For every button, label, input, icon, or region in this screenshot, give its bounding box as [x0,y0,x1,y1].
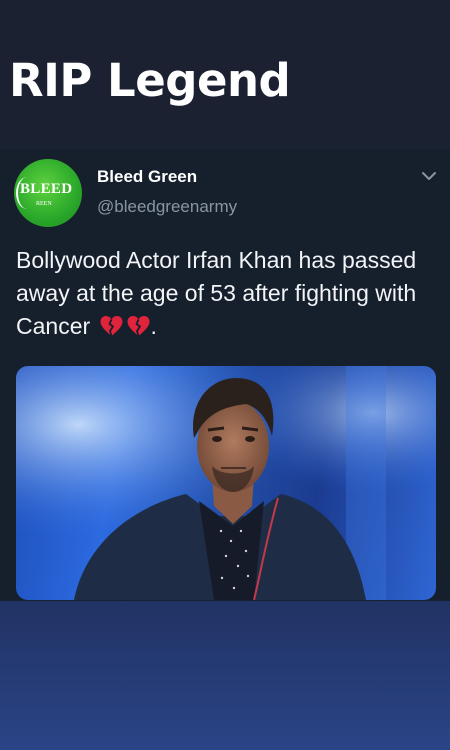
tweet-suffix: . [150,313,157,339]
author-handle[interactable]: @bleedgreenarmy [97,197,237,217]
avatar[interactable]: BLEED REEN [14,159,82,227]
chevron-down-icon[interactable] [421,169,437,183]
tweet-photo[interactable] [16,366,436,600]
headline-title: RIP Legend [9,54,291,107]
avatar-logo-subtext: REEN [36,201,52,207]
tweet-card[interactable]: BLEED REEN Bleed Green @bleedgreenarmy B… [0,149,450,601]
author-name[interactable]: Bleed Green [97,167,197,187]
broken-heart-icon [100,316,123,337]
broken-heart-icon [127,316,150,337]
avatar-logo-text: BLEED [20,181,73,197]
tweet-text: Bollywood Actor Irfan Khan has passed aw… [16,244,436,343]
photo-illustration [16,366,436,600]
tweet-body: Bollywood Actor Irfan Khan has passed aw… [16,247,417,339]
